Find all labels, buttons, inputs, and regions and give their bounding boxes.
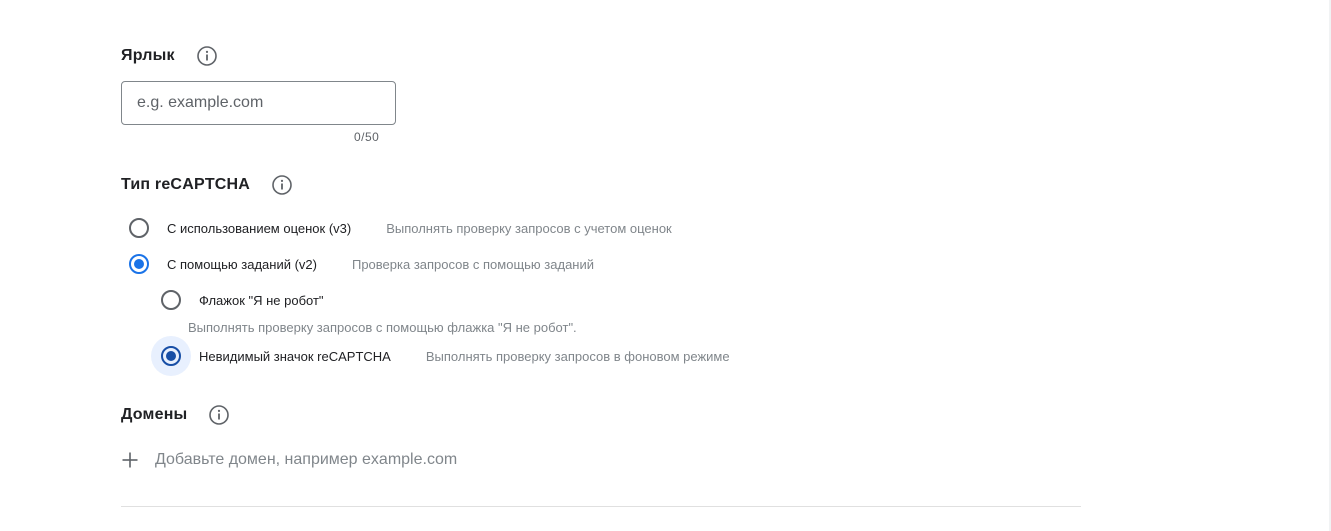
domains-title: Домены <box>121 406 188 423</box>
add-domain-placeholder[interactable]: Добавьте домен, например example.com <box>155 451 457 469</box>
radio-invisible[interactable] <box>151 336 191 376</box>
plus-icon[interactable] <box>121 451 139 469</box>
label-input-container[interactable] <box>121 81 396 125</box>
section-divider <box>121 506 1081 507</box>
recaptcha-type-header: Тип reCAPTCHA <box>121 174 293 196</box>
radio-v2[interactable] <box>119 244 159 284</box>
info-icon[interactable] <box>271 174 293 196</box>
info-icon[interactable] <box>196 45 218 67</box>
radio-option-invisible[interactable]: Невидимый значок reCAPTCHA Выполнять про… <box>151 336 730 376</box>
radio-checkbox-label: Флажок "Я не робот" <box>199 292 324 308</box>
radio-checkbox[interactable] <box>151 280 191 320</box>
character-counter: 0/50 <box>354 130 380 144</box>
radio-checkbox-description: Выполнять проверку запросов с помощью фл… <box>188 320 577 335</box>
radio-v3-label: С использованием оценок (v3) <box>167 220 352 236</box>
label-input[interactable] <box>122 82 395 124</box>
label-section-header: Ярлык <box>121 45 218 67</box>
radio-v3-description: Выполнять проверку запросов с учетом оце… <box>386 220 672 236</box>
radio-option-v3[interactable]: С использованием оценок (v3) Выполнять п… <box>119 208 672 248</box>
radio-invisible-description: Выполнять проверку запросов в фоновом ре… <box>425 348 730 364</box>
recaptcha-registration-form: Ярлык 0/50 Тип reCAPTCHA С использовани <box>0 0 1331 531</box>
info-icon[interactable] <box>208 404 230 426</box>
radio-v3[interactable] <box>119 208 159 248</box>
radio-option-v2[interactable]: С помощью заданий (v2) Проверка запросов… <box>119 244 594 284</box>
recaptcha-type-title: Тип reCAPTCHA <box>121 176 251 193</box>
radio-v2-label: С помощью заданий (v2) <box>167 256 317 272</box>
radio-option-checkbox[interactable]: Флажок "Я не робот" <box>151 280 324 320</box>
radio-v2-description: Проверка запросов с помощью заданий <box>351 256 594 272</box>
radio-invisible-label: Невидимый значок reCAPTCHA <box>199 348 391 364</box>
label-section-title: Ярлык <box>121 47 175 64</box>
domains-header: Домены <box>121 404 230 426</box>
add-domain-button[interactable]: Добавьте домен, например example.com <box>121 451 457 469</box>
